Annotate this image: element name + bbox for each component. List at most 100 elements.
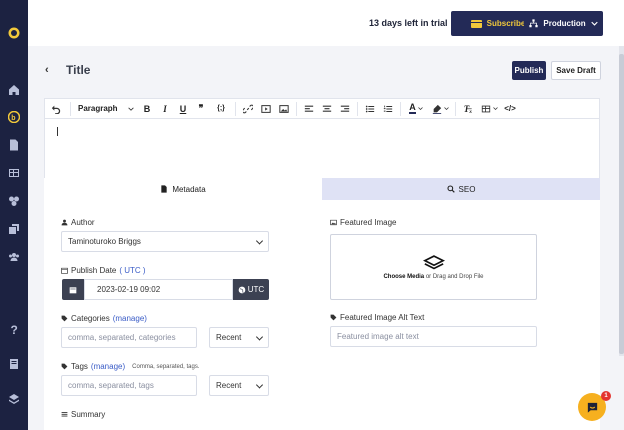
layers-icon[interactable] [7, 392, 21, 406]
book-icon[interactable] [7, 357, 21, 371]
dropzone-text: Choose Media or Drag and Drop File [383, 274, 483, 280]
categories-label-text: Categories [71, 314, 110, 323]
environment-dropdown[interactable]: Production [524, 11, 603, 36]
categories-sort-select[interactable]: Recent [209, 327, 269, 348]
tags-sort-select[interactable]: Recent [209, 375, 269, 396]
table-insert-icon[interactable] [477, 99, 501, 119]
text-cursor [57, 127, 58, 136]
paragraph-style-dropdown[interactable]: Paragraph [74, 99, 138, 119]
document-icon[interactable] [7, 138, 21, 152]
tags-icon [61, 315, 68, 322]
code-block-icon[interactable]: {;} [210, 99, 232, 119]
globe-icon [238, 286, 246, 293]
align-center-icon[interactable] [318, 99, 336, 119]
back-button[interactable]: ‹ [45, 64, 49, 76]
toolbar-divider [70, 101, 71, 116]
text-color-icon[interactable]: A [404, 99, 428, 119]
tag-icon [61, 363, 68, 370]
featured-image-dropzone[interactable]: Choose Media or Drag and Drop File [330, 234, 537, 300]
underline-icon[interactable]: U [174, 99, 192, 119]
tab-seo[interactable]: SEO [322, 178, 600, 200]
search-icon [447, 185, 455, 193]
editor-toolbar: Paragraph B I U ❞ {;} A T̶ₓ </> [45, 99, 599, 119]
alt-text-placeholder: Featured image alt text [337, 332, 419, 341]
summary-label-text: Summary [71, 410, 106, 419]
chevron-down-icon [255, 332, 264, 341]
categories-manage-link[interactable]: (manage) [113, 314, 147, 323]
categories-sort-value: Recent [216, 333, 242, 342]
image-icon [330, 219, 337, 226]
calendar-button[interactable] [62, 279, 84, 300]
tag-icon [330, 314, 337, 321]
author-select[interactable]: Taminoturoko Briggs [61, 231, 269, 252]
author-label-text: Author [71, 218, 95, 227]
categories-label: Categories (manage) [61, 314, 147, 323]
bold-icon[interactable]: B [138, 99, 156, 119]
save-draft-button[interactable]: Save Draft [551, 61, 601, 80]
scrollbar-thumb[interactable] [619, 54, 624, 354]
user-icon [61, 219, 68, 226]
highlight-icon[interactable] [428, 99, 452, 119]
page-title[interactable]: Title [66, 63, 90, 77]
list-icon [61, 412, 68, 417]
numbered-list-icon[interactable] [379, 99, 397, 119]
bullet-list-icon[interactable] [361, 99, 379, 119]
video-icon[interactable] [257, 99, 275, 119]
logo-icon[interactable] [7, 26, 21, 40]
italic-icon[interactable]: I [156, 99, 174, 119]
tags-placeholder: comma, separated, tags [68, 381, 154, 390]
choose-media-link[interactable]: Choose Media [383, 274, 424, 280]
help-icon[interactable]: ? [7, 322, 21, 336]
subscribe-label: Subscribe [486, 19, 526, 28]
undo-icon[interactable] [45, 99, 67, 119]
utc-button[interactable]: UTC [233, 279, 269, 300]
tags-manage-link[interactable]: (manage) [91, 362, 125, 371]
quote-icon[interactable]: ❞ [192, 99, 210, 119]
toolbar-divider [296, 101, 297, 116]
toolbar-divider [400, 101, 401, 116]
file-icon [161, 185, 167, 193]
tags-hint: Comma, separated, tags. [132, 363, 200, 370]
table-icon[interactable] [7, 166, 21, 180]
toolbar-divider [455, 101, 456, 116]
summary-label: Summary [61, 410, 105, 419]
featured-image-label-text: Featured Image [340, 218, 397, 227]
integrations-icon[interactable] [7, 194, 21, 208]
alt-text-label-text: Featured Image Alt Text [340, 313, 425, 322]
layers-upload-icon [422, 254, 445, 269]
blog-icon[interactable]: b [7, 110, 21, 124]
alt-text-input[interactable]: Featured image alt text [330, 326, 537, 347]
publish-date-timezone: ( UTC ) [119, 266, 146, 275]
chevron-down-icon [255, 380, 264, 389]
publish-date-label-text: Publish Date [71, 266, 117, 275]
chevron-down-icon [255, 236, 264, 245]
tags-input[interactable]: comma, separated, tags [61, 375, 197, 396]
drop-text: or Drag and Drop File [425, 273, 484, 280]
image-icon[interactable] [275, 99, 293, 119]
users-icon[interactable] [7, 250, 21, 264]
align-right-icon[interactable] [336, 99, 354, 119]
toolbar-divider [357, 101, 358, 116]
svg-text:b: b [11, 115, 15, 122]
align-left-icon[interactable] [300, 99, 318, 119]
publish-button[interactable]: Publish [512, 61, 546, 80]
tags-sort-value: Recent [216, 381, 242, 390]
alt-text-label: Featured Image Alt Text [330, 313, 424, 322]
author-label: Author [61, 218, 95, 227]
author-value: Taminoturoko Briggs [68, 237, 141, 246]
tab-metadata[interactable]: Metadata [44, 178, 322, 200]
main-content: ‹ Title Publish Save Draft Paragraph B I… [28, 46, 624, 430]
copy-icon[interactable] [7, 222, 21, 236]
chat-icon [587, 402, 597, 413]
calendar-icon [69, 286, 77, 293]
featured-image-label: Featured Image [330, 218, 396, 227]
link-icon[interactable] [239, 99, 257, 119]
clear-format-icon[interactable]: T̶ₓ [459, 99, 477, 119]
publish-date-input[interactable]: 2023-02-19 09:02 [84, 279, 233, 300]
categories-input[interactable]: comma, separated, categories [61, 327, 197, 348]
sidebar: b ? [0, 0, 28, 430]
source-code-icon[interactable]: </> [501, 99, 519, 119]
publish-date-value: 2023-02-19 09:02 [97, 285, 161, 294]
svg-text:?: ? [11, 323, 18, 335]
home-icon[interactable] [7, 83, 21, 97]
